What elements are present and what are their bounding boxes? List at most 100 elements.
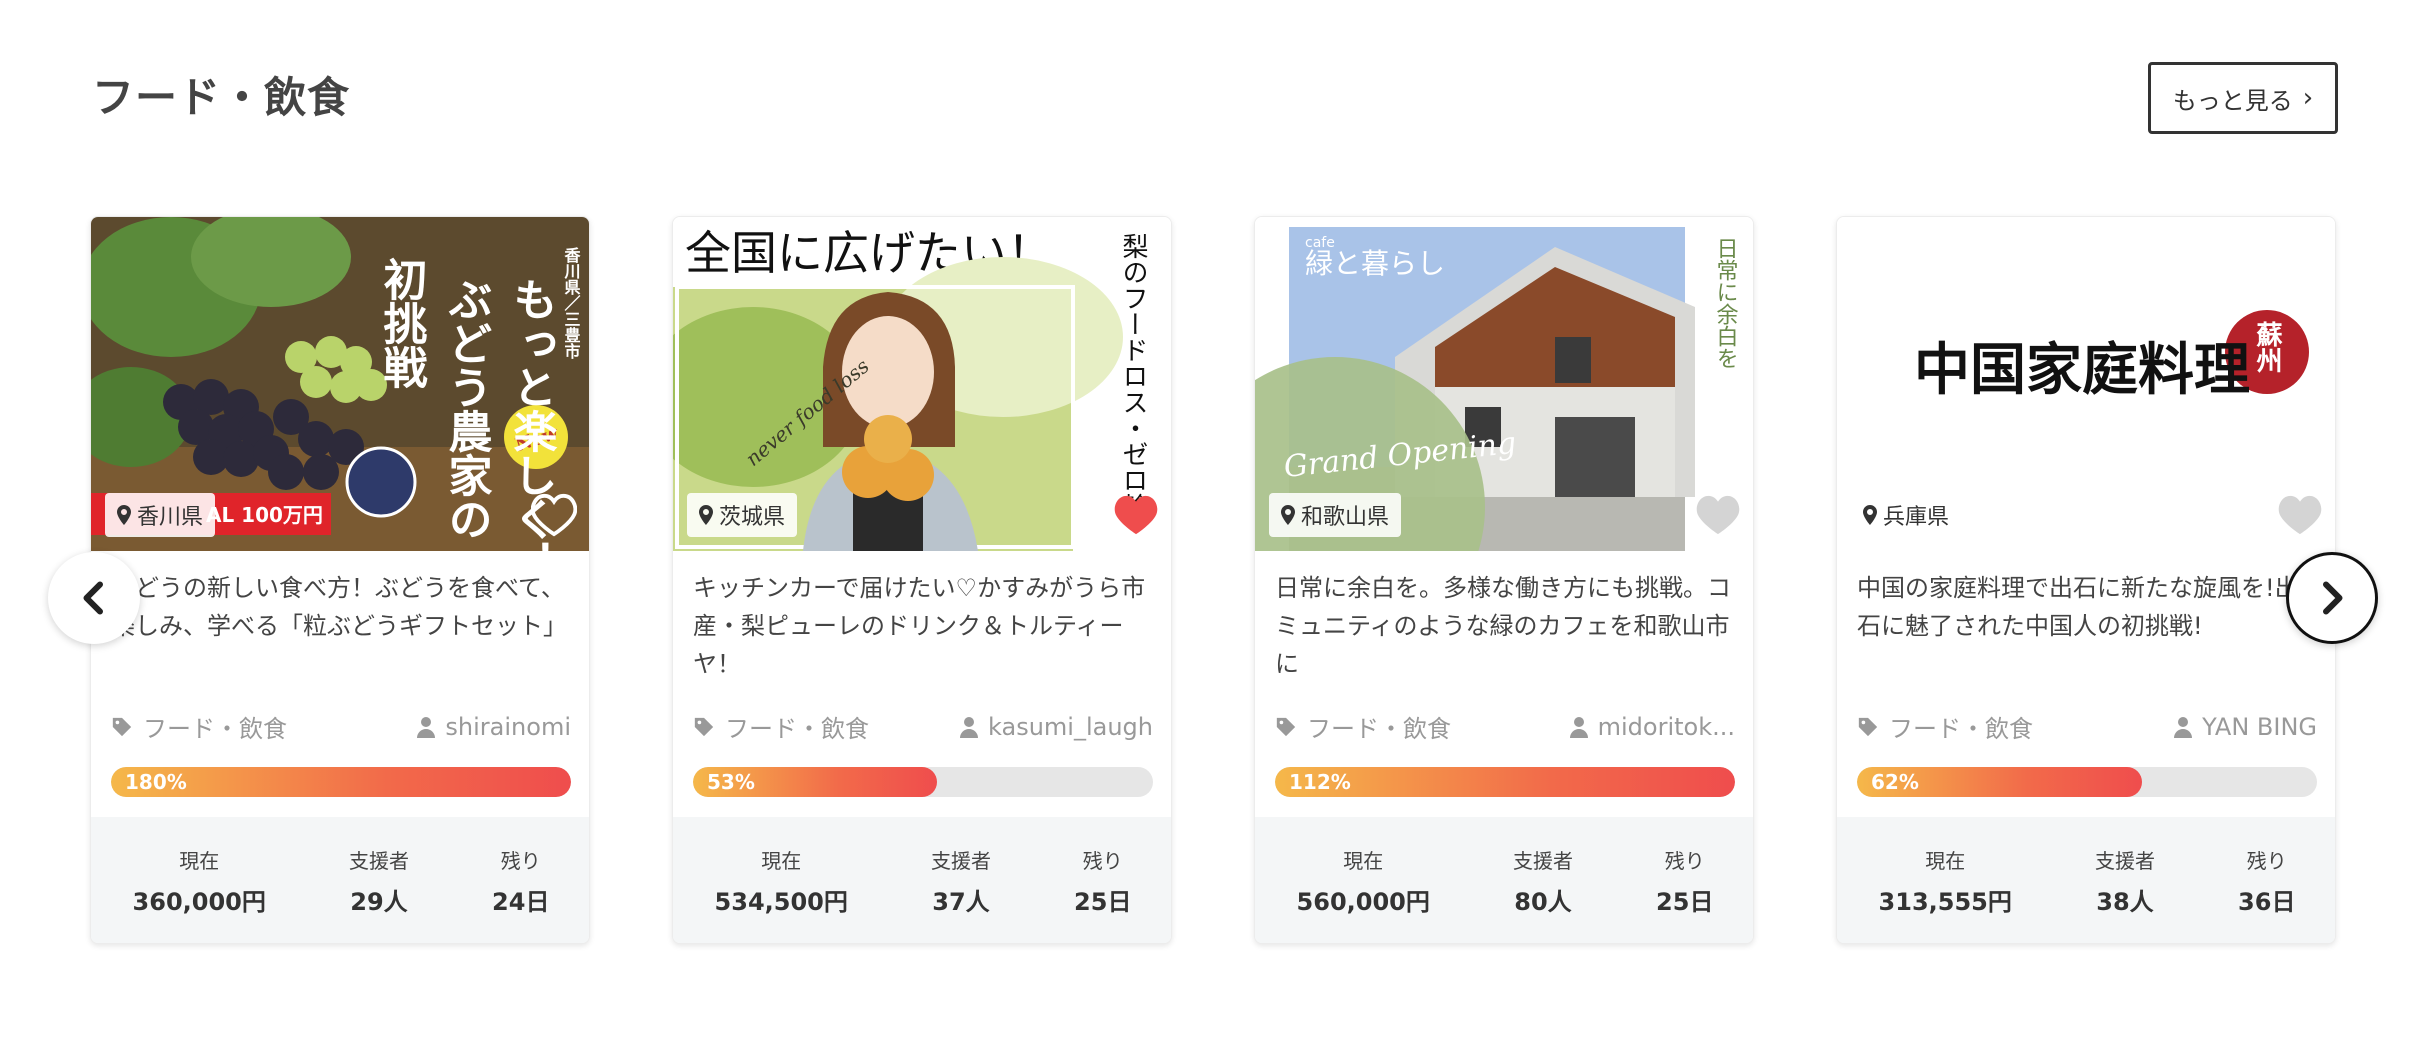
project-card[interactable]: 全国に広げたい！ never food loss 梨のフードロス・ゼロ輪 茨城県…: [672, 216, 1172, 944]
more-button-label: もっと見る: [2172, 86, 2293, 115]
map-pin-icon: [699, 505, 713, 525]
location-label: 和歌山県: [1301, 505, 1390, 530]
location-label: 香川県: [137, 505, 204, 530]
project-description[interactable]: 中国の家庭料理で出石に新たな旋風を!出石に魅了された中国人の初挑戦!: [1857, 569, 2319, 645]
category-tag[interactable]: フード・飲食: [111, 709, 287, 744]
svg-text:初挑戦: 初挑戦: [376, 257, 428, 389]
category-tag[interactable]: フード・飲食: [1275, 709, 1451, 744]
stat-value: 24日: [492, 888, 550, 916]
progress-label: 112%: [1289, 770, 1351, 794]
owner-link[interactable]: YAN BING: [2174, 709, 2317, 744]
owner-name: shirainomi: [445, 712, 571, 741]
progress-label: 53%: [707, 770, 755, 794]
stat-label: 支援者: [2094, 849, 2155, 873]
svg-text:香川県／三豊市: 香川県／三豊市: [562, 247, 582, 360]
project-card[interactable]: 蘇州 中国家庭料理 兵庫県 中国の家庭料理で出石に新たな旋風を!出石に魅了された…: [1836, 216, 2336, 944]
stat-value: 80人: [1514, 888, 1572, 916]
stat-current: 現在 313,555円: [1879, 845, 2012, 917]
stat-remaining: 残り 25日: [1656, 845, 1713, 917]
stat-remaining: 残り 25日: [1074, 845, 1131, 917]
project-card[interactable]: cafe 緑と暮らし Grand Opening 日常に余白を 和歌山県 日常に…: [1254, 216, 1754, 944]
chevron-right-icon: [2323, 581, 2343, 615]
category-tag[interactable]: フード・飲食: [693, 709, 869, 744]
more-button[interactable]: もっと見る ›: [2148, 62, 2338, 134]
heart-icon[interactable]: [1113, 493, 1159, 537]
carousel-next-button[interactable]: [2286, 552, 2378, 644]
owner-link[interactable]: midoritok...: [1569, 709, 1735, 744]
map-pin-icon: [1863, 505, 1877, 525]
stat-value: 37人: [932, 888, 990, 916]
project-card[interactable]: New もっと楽しく！ ぶどう農家の 初挑戦 香川県／三豊市 AL 100万円 …: [90, 216, 590, 944]
stat-label: 支援者: [348, 849, 409, 873]
stat-supporters: 支援者 38人: [2095, 845, 2155, 917]
tag-icon: [1858, 717, 1878, 736]
stat-current: 現在 534,500円: [715, 845, 848, 917]
stat-value: 25日: [1656, 888, 1714, 916]
category-label: フード・飲食: [1889, 715, 2033, 743]
project-description[interactable]: キッチンカーで届けたい♡かすみがうら市産・梨ピューレのドリンク＆トルティーヤ！: [693, 569, 1155, 683]
project-stats: 現在 560,000円 支援者 80人 残り 25日: [1255, 817, 1753, 943]
side-text: 日常に余白を: [1713, 237, 1739, 369]
heart-icon[interactable]: [1695, 493, 1741, 537]
project-meta: フード・飲食 midoritok...: [1275, 709, 1735, 744]
project-description[interactable]: 日常に余白を。多様な働き方にも挑戦。コミュニティのような緑のカフェを和歌山市に: [1275, 569, 1737, 683]
project-meta: フード・飲食 shirainomi: [111, 709, 571, 744]
progress-fill: 112%: [1275, 767, 1735, 797]
stat-label: 残り: [500, 849, 541, 873]
stat-label: 支援者: [1512, 849, 1573, 873]
cafe-name: 緑と暮らし: [1305, 247, 1445, 280]
project-meta: フード・飲食 YAN BING: [1857, 709, 2317, 744]
stat-value: 560,000円: [1296, 888, 1430, 916]
location-badge: 和歌山県: [1269, 493, 1402, 537]
owner-link[interactable]: shirainomi: [417, 709, 571, 744]
progress-fill: 62%: [1857, 767, 2143, 797]
stat-label: 残り: [1664, 849, 1705, 873]
map-pin-icon: [117, 505, 131, 525]
logo-text: 中国家庭料理: [1914, 337, 2250, 403]
category-label: フード・飲食: [725, 715, 869, 743]
category-label: フード・飲食: [1307, 715, 1451, 743]
chevron-right-icon: ›: [2302, 83, 2314, 113]
stat-remaining: 残り 36日: [2238, 845, 2295, 917]
category-label: フード・飲食: [143, 715, 287, 743]
stat-label: 残り: [1082, 849, 1123, 873]
project-stats: 現在 313,555円 支援者 38人 残り 36日: [1837, 817, 2335, 943]
progress-bar: 112%: [1275, 767, 1735, 797]
progress-fill: 180%: [111, 767, 571, 797]
user-icon: [417, 716, 436, 738]
carousel-prev-button[interactable]: [48, 552, 140, 644]
stat-supporters: 支援者 37人: [931, 845, 991, 917]
stat-supporters: 支援者 29人: [349, 845, 409, 917]
tag-icon: [694, 717, 714, 736]
stat-current: 現在 360,000円: [133, 845, 266, 917]
project-meta: フード・飲食 kasumi_laugh: [693, 709, 1153, 744]
progress-bar: 62%: [1857, 767, 2317, 797]
user-icon: [1569, 716, 1588, 738]
heart-icon[interactable]: [2277, 493, 2323, 537]
stat-current: 現在 560,000円: [1297, 845, 1430, 917]
progress-fill: 53%: [693, 767, 937, 797]
side-text: 梨のフードロス・ゼロ輪: [1118, 233, 1148, 519]
owner-name: midoritok...: [1597, 712, 1735, 741]
stat-value: 360,000円: [132, 888, 266, 916]
progress-bar: 53%: [693, 767, 1153, 797]
stat-value: 29人: [350, 888, 408, 916]
stat-label: 支援者: [930, 849, 991, 873]
stat-supporters: 支援者 80人: [1513, 845, 1573, 917]
stat-remaining: 残り 24日: [492, 845, 549, 917]
map-pin-icon: [1281, 505, 1295, 525]
project-stats: 現在 360,000円 支援者 29人 残り 24日: [91, 817, 589, 943]
user-icon: [960, 716, 979, 738]
owner-link[interactable]: kasumi_laugh: [960, 709, 1153, 744]
location-badge: 香川県: [105, 493, 216, 537]
tag-icon: [112, 717, 132, 736]
banner-text: AL 100万円: [206, 503, 323, 527]
seal-text: 蘇州: [2252, 321, 2282, 373]
category-tag[interactable]: フード・飲食: [1857, 709, 2033, 744]
owner-name: YAN BING: [2202, 712, 2317, 741]
stat-value: 25日: [1074, 888, 1132, 916]
heart-icon[interactable]: [531, 493, 577, 537]
stat-value: 534,500円: [714, 888, 848, 916]
location-badge: 茨城県: [687, 493, 798, 537]
project-description[interactable]: ぶどうの新しい食べ方！ぶどうを食べて、楽しみ、学べる「粒ぶどうギフトセット」: [111, 569, 573, 645]
